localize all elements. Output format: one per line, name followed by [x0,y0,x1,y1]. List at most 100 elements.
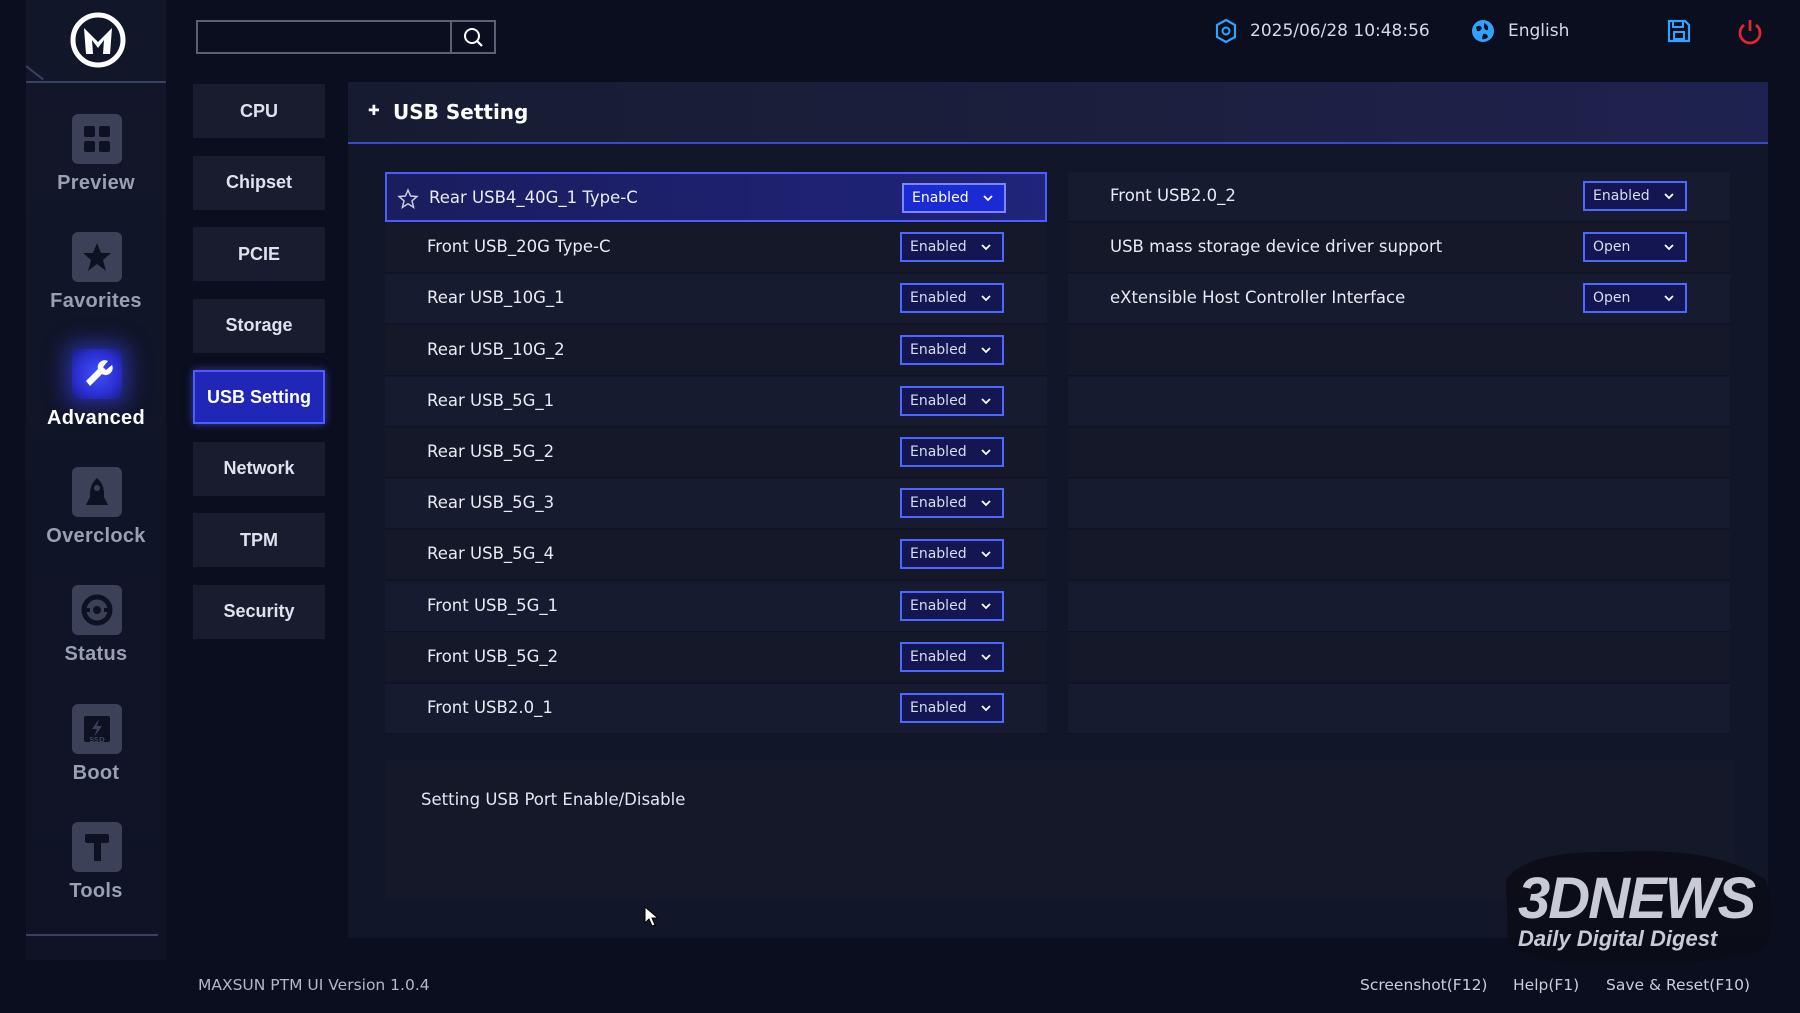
setting-dropdown[interactable]: Enabled [900,488,1004,519]
setting-row[interactable]: eXtensible Host Controller Interface Open [1068,274,1730,325]
favorite-star-icon[interactable] [397,188,419,210]
nav-item-label: Status [64,643,128,665]
power-button[interactable] [1736,18,1764,50]
setting-row[interactable]: Rear USB_5G_3 Enabled [385,479,1047,530]
save-reset-link[interactable]: Save & Reset(F10) [1606,976,1750,994]
setting-dropdown[interactable]: Open [1583,232,1687,263]
submenu-item-network[interactable]: Network [193,441,325,496]
nav-item-preview[interactable]: Preview [26,110,166,210]
chevron-down-icon [981,705,991,712]
setting-label: Rear USB_5G_2 [427,442,555,461]
submenu-item-cpu[interactable]: CPU [193,84,325,138]
language-label: English [1508,21,1570,41]
setting-label: eXtensible Host Controller Interface [1110,288,1406,308]
empty-row [1068,632,1730,683]
grid-icon [72,114,122,164]
chevron-down-icon [983,195,993,202]
setting-label: Rear USB_10G_1 [427,288,565,308]
empty-row [1068,581,1730,632]
screenshot-link[interactable]: Screenshot(F12) [1360,976,1487,994]
setting-row[interactable]: Front USB_5G_2 Enabled [385,632,1047,683]
chevron-down-icon [981,398,991,405]
submenu-item-usb-setting[interactable]: USB Setting [193,370,325,424]
setting-dropdown[interactable]: Enabled [900,437,1004,467]
setting-dropdown[interactable]: Enabled [900,590,1004,621]
setting-dropdown[interactable]: Enabled [900,641,1004,672]
submenu-item-security[interactable]: Security [193,584,325,639]
search-input[interactable] [198,22,454,52]
setting-dropdown[interactable]: Enabled [902,183,1006,213]
nav-item-overclock[interactable]: Overclock [26,463,166,563]
dropdown-value: Enabled [910,495,967,512]
wrench-icon [72,349,122,399]
dropdown-value: Open [1593,239,1631,256]
setting-dropdown[interactable]: Enabled [900,385,1004,416]
setting-row[interactable]: Front USB2.0_2 Enabled [1068,172,1730,222]
help-text: Setting USB Port Enable/Disable [421,790,686,809]
settings-panel: ✚ USB Setting Rear USB4_40G_1 Type-C Enab… [348,82,1768,938]
watermark-tagline: Daily Digital Digest [1518,926,1719,951]
nav-item-label: Favorites [50,290,142,312]
save-button[interactable] [1666,18,1692,48]
setting-row[interactable]: Front USB_5G_1 Enabled [385,581,1047,632]
setting-label: USB mass storage device driver support [1110,237,1443,257]
setting-label: Rear USB4_40G_1 Type-C [429,188,638,207]
help-link[interactable]: Help(F1) [1513,976,1579,994]
setting-label: Front USB_20G Type-C [427,237,611,257]
setting-row[interactable]: Rear USB_5G_2 Enabled [385,428,1047,478]
setting-label: Front USB2.0_2 [1110,186,1236,205]
globe-icon [1472,20,1494,42]
setting-row[interactable]: USB mass storage device driver support Op… [1068,223,1730,274]
dropdown-value: Enabled [910,648,967,665]
setting-row[interactable]: Rear USB4_40G_1 Type-C Enabled [385,172,1047,222]
chevron-down-icon [981,346,991,353]
submenu-item-chipset[interactable]: Chipset [193,155,325,210]
language-selector[interactable]: English [1470,18,1569,44]
setting-row[interactable]: Front USB2.0_1 Enabled [385,684,1047,734]
setting-label: Rear USB_5G_4 [427,544,555,564]
datetime-display: 2025/06/28 10:48:56 [1214,18,1430,44]
power-icon [1738,20,1762,45]
setting-label: Rear USB_5G_3 [427,493,555,513]
setting-dropdown[interactable]: Enabled [900,334,1004,365]
chevron-down-icon [981,295,991,302]
submenu-item-storage[interactable]: Storage [193,298,325,353]
nav-item-advanced[interactable]: Advanced [26,345,166,445]
nav-item-status[interactable]: Status [26,581,166,681]
search-box [196,20,496,54]
panel-title: USB Setting [393,100,529,124]
chevron-down-icon [1664,295,1674,302]
dropdown-value: Enabled [910,597,967,614]
chevron-down-icon [1664,193,1674,200]
watermark-logo: 3DNEWS Daily Digital Digest [1506,851,1772,965]
nav-item-favorites[interactable]: Favorites [26,228,166,328]
clock-settings-icon [1215,18,1237,44]
nav-item-tools[interactable]: Tools [26,818,166,918]
empty-row [1068,530,1730,581]
submenu-item-pcie[interactable]: PCIE [193,227,325,281]
chevron-down-icon [981,654,991,661]
star-icon [72,232,122,282]
setting-row[interactable]: Rear USB_10G_1 Enabled [385,274,1047,325]
setting-dropdown[interactable]: Enabled [900,693,1004,723]
mouse-cursor-icon [644,906,660,927]
setting-dropdown[interactable]: Enabled [900,232,1004,263]
empty-row [1068,376,1730,427]
save-icon [1667,19,1691,43]
setting-dropdown[interactable]: Enabled [900,539,1004,570]
search-button[interactable] [450,22,494,52]
setting-label: Rear USB_10G_2 [427,339,565,359]
setting-label: Front USB2.0_1 [427,698,553,717]
setting-dropdown[interactable]: Enabled [1583,181,1687,211]
gauge-icon [72,585,122,635]
setting-row[interactable]: Rear USB_5G_1 Enabled [385,376,1047,427]
setting-label: Rear USB_5G_1 [427,390,555,410]
setting-dropdown[interactable]: Open [1583,283,1687,314]
setting-row[interactable]: Rear USB_5G_4 Enabled [385,530,1047,581]
setting-dropdown[interactable]: Enabled [900,283,1004,314]
submenu-item-tpm[interactable]: TPM [193,513,325,567]
setting-row[interactable]: Front USB_20G Type-C Enabled [385,223,1047,274]
setting-row[interactable]: Rear USB_10G_2 Enabled [385,325,1047,376]
nav-item-boot[interactable]: SSD Boot [26,700,166,800]
rail-divider-top [26,81,166,83]
